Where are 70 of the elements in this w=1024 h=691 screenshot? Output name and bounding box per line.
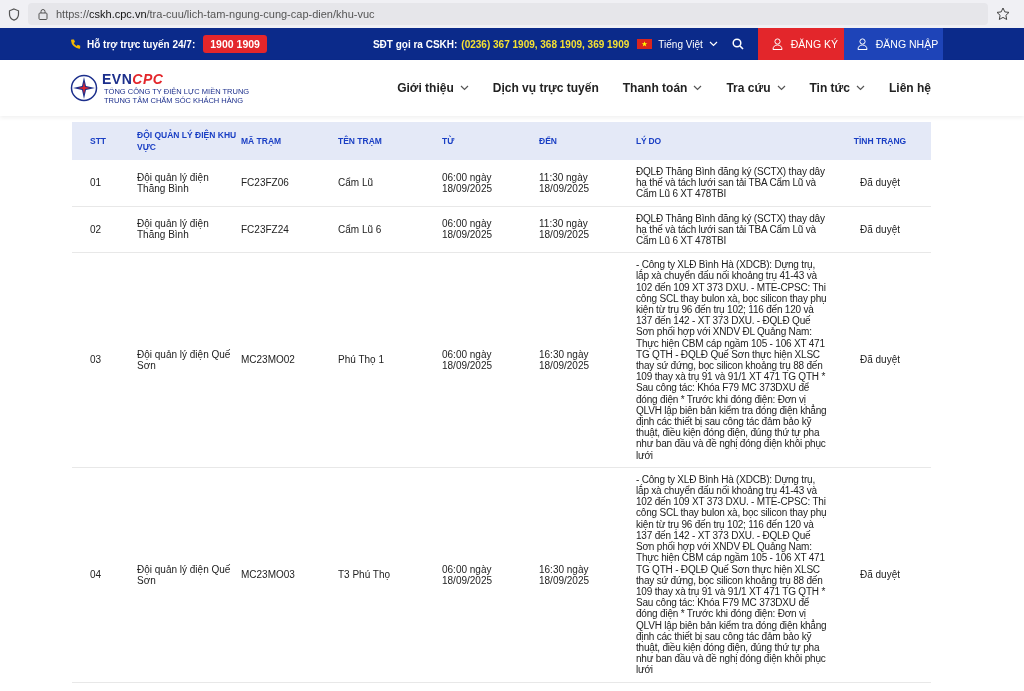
- column-header: LÝ DO: [636, 122, 833, 160]
- menu-item[interactable]: Dịch vụ trực tuyến: [492, 81, 599, 95]
- table-cell: ĐQLĐ Thăng Bình đăng ký (SCTX) thay dây hạ thế và tách lưới san tải TBA Cẩm Lũ và Cẩm Lũ 6 XT 478TBI: [636, 206, 833, 253]
- table-cell: 16:30 ngày 18/09/2025: [539, 467, 636, 683]
- search-icon[interactable]: [731, 38, 744, 50]
- table-cell: Đội quản lý điện Thăng Bình: [137, 206, 241, 253]
- lock-icon: [38, 8, 48, 20]
- column-header: ĐỘI QUẢN LÝ ĐIỆN KHU VỰC: [137, 122, 241, 160]
- url-text: https://cskh.cpc.vn/tra-cuu/lich-tam-ngung-cung-cap-dien/khu-vuc: [56, 8, 375, 20]
- cskh-phone-numbers: (0236) 367 1909, 368 1909, 369 1909: [461, 38, 630, 50]
- user-icon: [771, 38, 783, 50]
- column-header: ĐẾN: [539, 122, 636, 160]
- table-cell: FC23FZ06: [241, 160, 338, 207]
- brand-wordmark[interactable]: EVNCPC: [102, 71, 250, 87]
- flag-icon: [637, 39, 653, 49]
- table-cell: - Công ty XLĐ Bình Hà (XDCB): Dựng trụ, lắp xà chuyển đấu nối khoảng trụ 41-43 và 102 đến 109 XT 373 DXU. - MTE-CPSC: Thi công SCL thay bulon xà, bọc silicon thay phụ kiện từ trụ 96 đến trụ 102; 116 đến 120 và 137 đến 142 - XT 373 DXU. - ĐQLĐ Quế Sơn phối hợp với XNDV ĐL Quảng Nam: Thực hiện CBM cáp ngầm 105 - 106 XT 471 TG QTH - ĐQLĐ Quế Sơn thực hiện XLSC thay sứ đứng, bọc silicon khoảng trụ 88 đến 109 thay xà trụ 91 và 91/1 XT 471 TG QTH * Sau công tác: Khóa F79 MC 373DXU để đóng điện * Trước khi đóng điện: Đơn vị QLVH lập biên bản kiểm tra đóng điện khẳng định các thiết bị sau công tác đảm bảo kỹ thuật, điều kiện đóng điện, đúng thứ tự pha như ban đầu và đề nghị đóng điện khôi phục lưới: [636, 252, 833, 468]
- table-cell: Đã duyệt: [833, 206, 931, 253]
- table-cell: Đội quản lý điện Thăng Bình: [137, 160, 241, 207]
- logo-icon[interactable]: [70, 74, 98, 102]
- table-cell: 01: [72, 160, 137, 207]
- table-cell: - Công ty XLĐ Bình Hà (XDCB): Dựng trụ, lắp xà chuyển đấu nối khoảng trụ 41-43 và 102 đến 109 XT 373 DXU. - MTE-CPSC: Thi công SCL thay bulon xà, bọc silicon thay phụ kiện từ trụ 96 đến trụ 102; 116 đến 120 và 137 đến 142 - XT 373 DXU. - ĐQLĐ Quế Sơn phối hợp với XNDV ĐL Quảng Nam: Thực hiện CBM cáp ngầm 105 - 106 XT 471 TG QTH - ĐQLĐ Quế Sơn thực hiện XLSC thay sứ đứng, bọc silicon khoảng trụ 88 đến 109 thay xà trụ 91 và 91/1 XT 471 TG QTH * Sau công tác: Khóa F79 MC 373DXU để đóng điện * Trước khi đóng điện: Đơn vị QLVH lập biên bản kiểm tra đóng điện khẳng định các thiết bị sau công tác đảm bảo kỹ thuật, điều kiện đóng điện, đúng thứ tự pha như ban đầu và đề nghị đóng điện khôi phục lưới: [636, 467, 833, 683]
- menu-item[interactable]: Tra cứu: [726, 81, 786, 95]
- table-cell: FC23FZ24: [241, 206, 338, 253]
- table-cell: Cẩm Lũ 6: [338, 206, 442, 253]
- table-cell: MC23MO03: [241, 467, 338, 683]
- table-cell: T3 Phú Thọ: [338, 467, 442, 683]
- hotline-label: Hỗ trợ trực tuyến 24/7:: [87, 38, 196, 50]
- address-bar[interactable]: https://cskh.cpc.vn/tra-cuu/lich-tam-ngung-cung-cap-dien/khu-vuc: [28, 3, 988, 25]
- table-cell: Cẩm Lũ: [338, 160, 442, 207]
- menu-item[interactable]: Thanh toán: [622, 81, 703, 95]
- column-header: TÊN TRẠM: [338, 122, 442, 160]
- language-selector[interactable]: Tiếng Việt: [658, 38, 703, 50]
- table-cell: Đã duyệt: [833, 160, 931, 207]
- table-cell: MC23MO02: [241, 252, 338, 468]
- table-cell: Đội quản lý điện Quế Sơn: [137, 252, 241, 468]
- table-cell: Đội quản lý điện Quế Sơn: [137, 467, 241, 683]
- column-header: STT: [72, 122, 137, 160]
- phone-icon: [70, 38, 82, 50]
- table-cell: Đã duyệt: [833, 467, 931, 683]
- column-header: TÌNH TRẠNG: [833, 122, 931, 160]
- table-cell: 11:30 ngày 18/09/2025: [539, 160, 636, 207]
- table-cell: ĐQLĐ Thăng Bình đăng ký (SCTX) thay dây hạ thế và tách lưới san tải TBA Cẩm Lũ và Cẩm Lũ 6 XT 478TBI: [636, 160, 833, 207]
- cskh-label: SĐT gọi ra CSKH:: [372, 38, 458, 50]
- table-cell: 06:00 ngày 18/09/2025: [442, 206, 539, 253]
- chevron-down-icon: [708, 41, 718, 47]
- chevron-down-icon: [856, 85, 865, 91]
- table-cell: 06:00 ngày 18/09/2025: [442, 160, 539, 207]
- table-cell: 06:00 ngày 18/09/2025: [442, 467, 539, 683]
- menu-item[interactable]: Tin tức: [809, 81, 865, 95]
- hotline-number[interactable]: 1900 1909: [203, 35, 267, 53]
- table-cell: Đã duyệt: [833, 252, 931, 468]
- table-cell: 02: [72, 206, 137, 253]
- table-cell: 06:00 ngày 18/09/2025: [442, 252, 539, 468]
- shield-icon[interactable]: [8, 7, 20, 21]
- column-header: TỪ: [442, 122, 539, 160]
- chevron-down-icon: [776, 85, 786, 91]
- table-cell: 16:30 ngày 18/09/2025: [539, 252, 636, 468]
- table-cell: 04: [72, 467, 137, 683]
- register-button[interactable]: ĐĂNG KÝ: [757, 28, 844, 60]
- table-cell: 11:30 ngày 18/09/2025: [539, 206, 636, 253]
- menu-item[interactable]: Giới thiệu: [397, 81, 469, 95]
- table-cell: Phú Thọ 1: [338, 252, 442, 468]
- star-icon[interactable]: [996, 7, 1010, 21]
- table-cell: 03: [72, 252, 137, 468]
- chevron-down-icon: [693, 85, 703, 91]
- menu-item[interactable]: Liên hệ: [889, 81, 931, 95]
- user-icon: [856, 38, 868, 50]
- login-button[interactable]: ĐĂNG NHẬP: [843, 28, 943, 60]
- column-header: MÃ TRẠM: [241, 122, 338, 160]
- chevron-down-icon: [459, 85, 469, 91]
